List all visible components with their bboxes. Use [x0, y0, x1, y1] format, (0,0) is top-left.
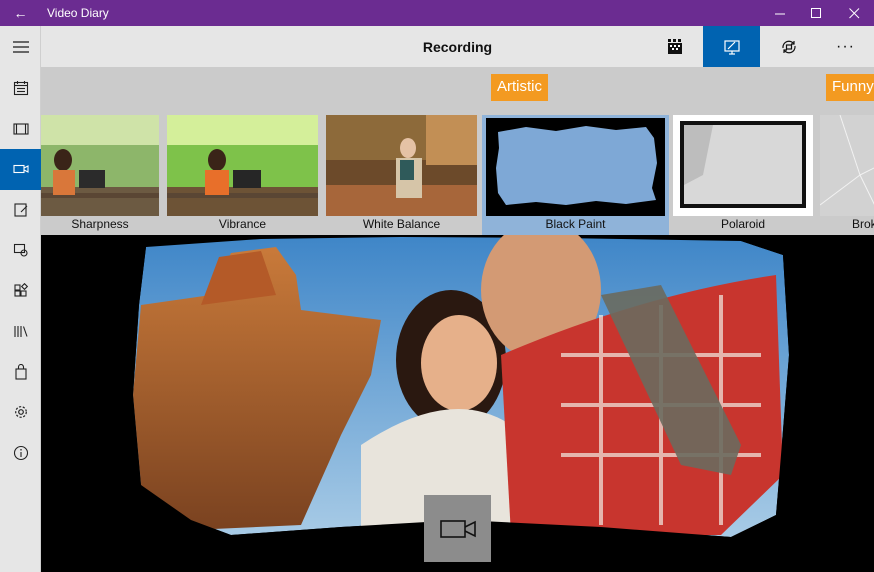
minimize-icon: [774, 13, 785, 14]
apps-icon: [13, 282, 28, 297]
category-artistic[interactable]: Artistic: [491, 74, 548, 101]
filter-label: Polaroid: [720, 217, 766, 231]
back-arrow-icon: ←: [13, 5, 28, 21]
calendar-icon: [13, 81, 28, 96]
maximize-button[interactable]: [798, 0, 834, 26]
video-camera-icon: [12, 165, 29, 174]
filter-preview-image: [673, 115, 813, 216]
sidebar-item-store[interactable]: [0, 352, 41, 393]
effects-button[interactable]: [646, 26, 703, 67]
back-button[interactable]: ←: [0, 0, 41, 26]
sidebar-item-apps[interactable]: [0, 271, 41, 312]
tags-icon: [13, 244, 28, 257]
minimize-button[interactable]: [762, 0, 798, 26]
filter-thumb-black-paint[interactable]: Black Paint: [482, 115, 669, 235]
more-options-button[interactable]: ···: [817, 26, 874, 67]
camera-preview: [41, 235, 874, 572]
filter-label: Black Paint: [545, 217, 606, 231]
filter-preview-image: [167, 115, 318, 216]
close-button[interactable]: [834, 0, 874, 26]
close-icon: [848, 7, 859, 18]
filter-label: Brok: [852, 217, 874, 231]
filter-thumb-broken[interactable]: Brok: [820, 115, 874, 235]
sidebar-item-tags[interactable]: [0, 230, 41, 271]
sidebar-item-library[interactable]: [0, 311, 41, 352]
sidebar-item-calendar[interactable]: [0, 68, 41, 109]
shopping-bag-icon: [14, 363, 27, 380]
monitor-edit-icon: [723, 39, 740, 55]
filter-thumb-vibrance[interactable]: Vibrance: [167, 115, 318, 235]
filter-thumb-white-balance[interactable]: White Balance: [326, 115, 477, 235]
settings-icon: [14, 406, 27, 419]
hamburger-menu-icon: [12, 41, 29, 53]
app-title: Video Diary: [47, 6, 109, 20]
filter-label: Sharpness: [71, 217, 129, 231]
more-icon: ···: [836, 37, 855, 55]
sidebar-item-videos[interactable]: [0, 109, 41, 150]
sidebar: [0, 26, 41, 572]
sync-button[interactable]: [760, 26, 817, 67]
filter-strip[interactable]: Artistic Funny Sharpness Vibrance White …: [41, 67, 874, 235]
camera-sync-icon: [781, 40, 796, 53]
filter-preview-image: [820, 115, 874, 216]
maximize-icon: [810, 7, 821, 18]
filter-thumb-polaroid[interactable]: Polaroid: [673, 115, 813, 235]
filter-preview-image: [486, 118, 665, 216]
filter-thumb-sharpness[interactable]: Sharpness: [41, 115, 159, 235]
clapperboard-icon: [667, 38, 682, 54]
sidebar-item-notes[interactable]: [0, 190, 41, 231]
filter-label: Vibrance: [218, 217, 267, 231]
sidebar-menu-toggle[interactable]: [0, 26, 41, 68]
record-button[interactable]: [424, 495, 491, 562]
title-bar: ← Video Diary: [0, 0, 874, 26]
display-settings-button[interactable]: [703, 26, 760, 67]
filter-preview-image: [41, 115, 159, 216]
category-funny[interactable]: Funny: [826, 74, 874, 101]
sidebar-item-settings[interactable]: [0, 392, 41, 433]
sidebar-item-about[interactable]: [0, 433, 41, 474]
header-bar: Recording ···: [41, 26, 874, 67]
filter-label: White Balance: [362, 217, 441, 231]
edit-note-icon: [13, 203, 27, 217]
sidebar-item-recording[interactable]: [0, 149, 41, 190]
filter-preview-image: [326, 115, 477, 216]
video-camera-icon: [439, 519, 476, 538]
library-icon: [13, 326, 28, 338]
info-icon: [13, 445, 28, 460]
filmstrip-icon: [12, 123, 29, 135]
